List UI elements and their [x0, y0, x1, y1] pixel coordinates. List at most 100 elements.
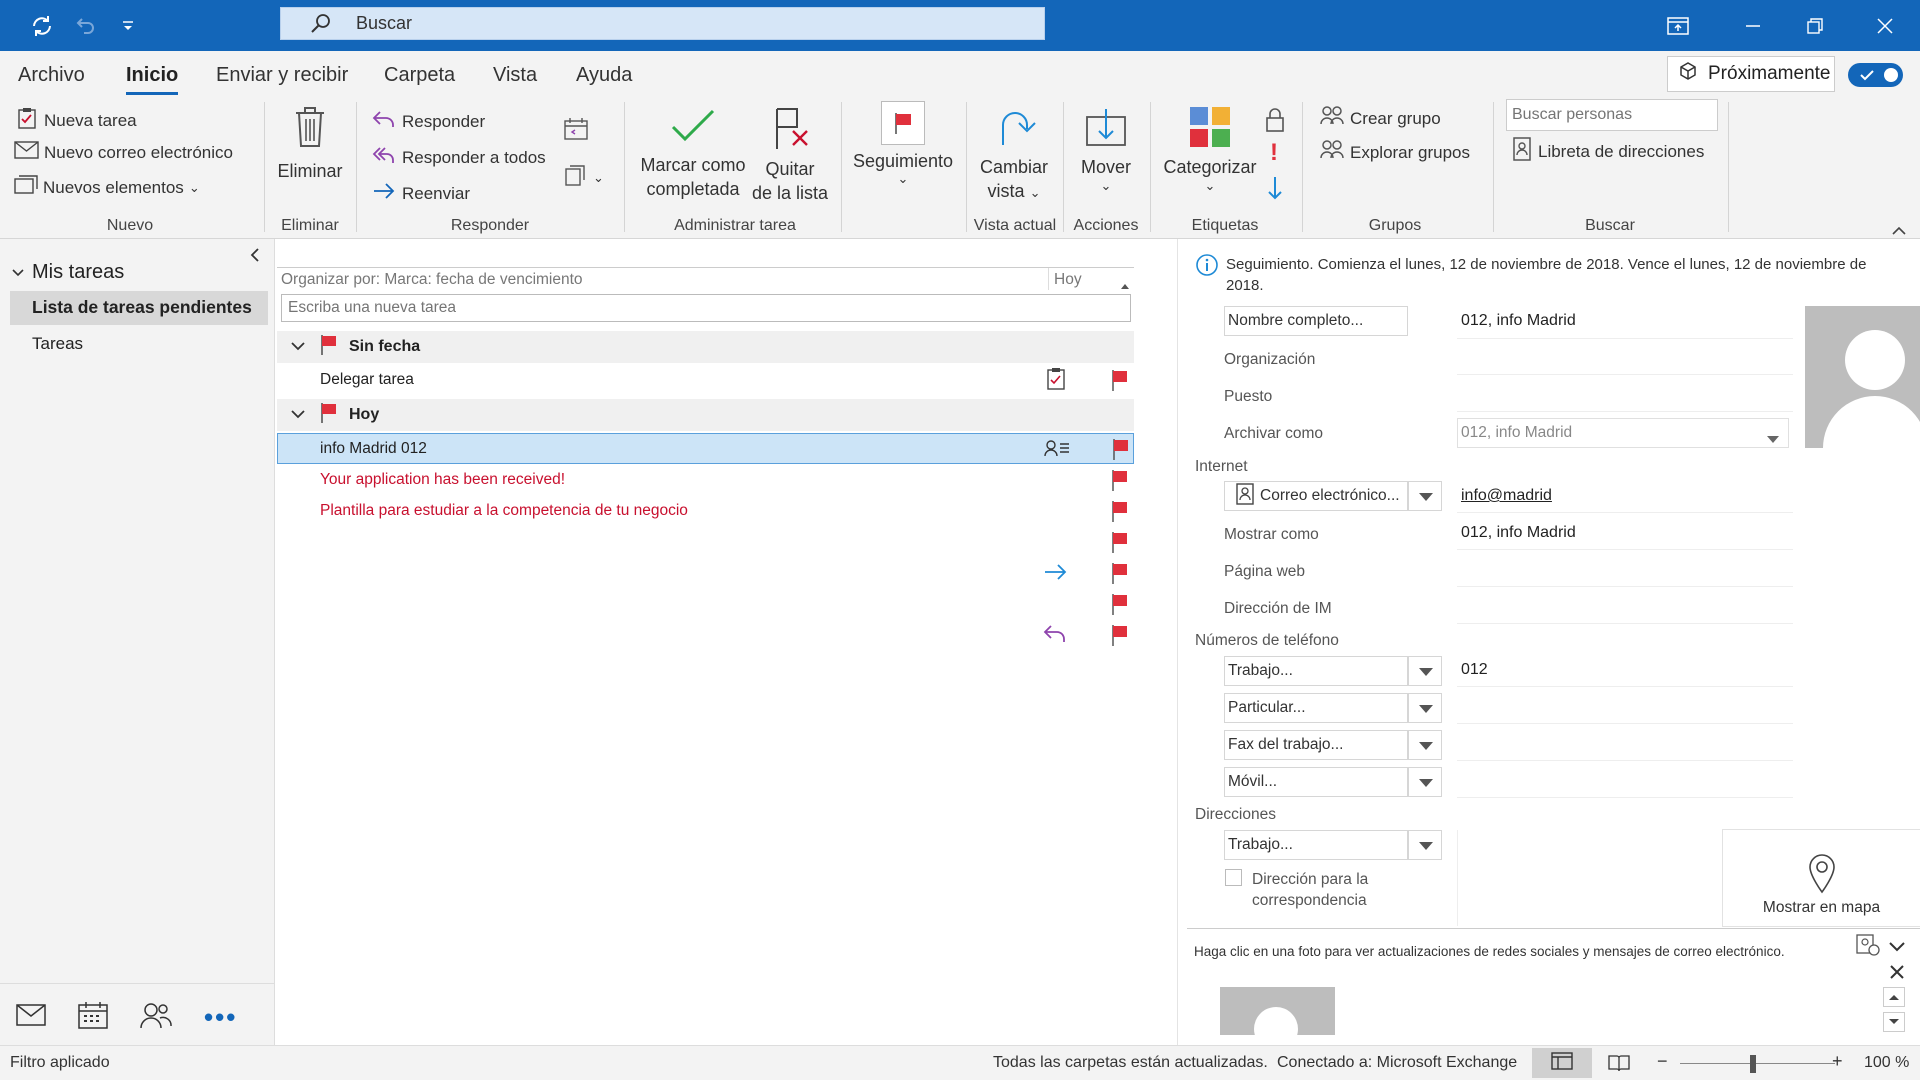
zoom-out-icon[interactable]: −	[1657, 1051, 1668, 1072]
address-dropdown[interactable]	[1408, 830, 1442, 860]
full-name-button[interactable]: Nombre completo...	[1224, 306, 1408, 336]
private-lock-icon[interactable]	[1264, 107, 1286, 138]
email-type-button[interactable]: Correo electrónico...	[1224, 481, 1408, 511]
tab-archivo[interactable]: Archivo	[18, 64, 85, 87]
coming-soon-window-icon[interactable]	[1663, 0, 1693, 51]
phone-type-work[interactable]: Trabajo...	[1224, 656, 1408, 686]
address-book-button[interactable]: Libreta de direcciones	[1512, 137, 1704, 166]
mail-icon[interactable]	[16, 1004, 46, 1031]
group-header-no-date[interactable]: Sin fecha	[277, 331, 1134, 363]
tab-inicio[interactable]: Inicio	[126, 64, 179, 95]
flag-icon[interactable]	[1110, 368, 1132, 392]
zoom-slider-track[interactable]	[1680, 1063, 1835, 1064]
flag-icon[interactable]	[1110, 561, 1132, 585]
collapse-pane-icon[interactable]	[250, 247, 260, 267]
social-photo[interactable]	[1220, 987, 1335, 1035]
task-row[interactable]: Your application has been received!	[277, 464, 1134, 495]
browse-groups-button[interactable]: Explorar grupos	[1320, 139, 1470, 166]
sync-icon[interactable]	[25, 0, 59, 51]
group-header-today[interactable]: Hoy	[277, 399, 1134, 431]
phone-dropdown[interactable]	[1408, 730, 1442, 760]
phone-type-home[interactable]: Particular...	[1224, 693, 1408, 723]
flag-icon[interactable]	[1110, 468, 1132, 492]
email-type-dropdown[interactable]	[1408, 481, 1442, 511]
zoom-in-icon[interactable]: +	[1832, 1051, 1843, 1072]
expand-people-pane-icon[interactable]	[1889, 938, 1905, 958]
email-value[interactable]: info@madrid	[1461, 487, 1552, 505]
close-icon[interactable]	[1870, 0, 1900, 51]
coming-soon-toggle[interactable]	[1848, 63, 1903, 87]
follow-up-button[interactable]: Seguimiento ⌄	[850, 101, 956, 185]
task-row[interactable]	[277, 619, 1134, 650]
full-name-value[interactable]: 012, info Madrid	[1461, 312, 1576, 330]
change-view-button[interactable]: Cambiar vista ⌄	[974, 105, 1054, 205]
zoom-level[interactable]: 100 %	[1864, 1054, 1909, 1072]
task-row[interactable]	[277, 588, 1134, 619]
contact-photo[interactable]	[1805, 306, 1920, 448]
search-input[interactable]: Buscar	[280, 7, 1045, 40]
flag-icon[interactable]	[1110, 499, 1132, 523]
show-map-button[interactable]: Mostrar en mapa	[1722, 829, 1920, 927]
new-task-button[interactable]: Nueva tarea	[16, 107, 137, 134]
flag-icon[interactable]	[1110, 530, 1132, 554]
undo-icon[interactable]	[70, 0, 100, 51]
scroll-down-button[interactable]	[1883, 1012, 1905, 1032]
collapse-ribbon-icon[interactable]	[1892, 221, 1906, 241]
scroll-up-button[interactable]	[1883, 987, 1905, 1007]
file-as-select[interactable]: 012, info Madrid	[1457, 418, 1789, 448]
task-row[interactable]	[277, 557, 1134, 588]
delete-button[interactable]: Eliminar	[276, 105, 344, 183]
create-group-button[interactable]: Crear grupo	[1320, 105, 1441, 132]
restore-icon[interactable]	[1800, 0, 1830, 51]
my-tasks-header[interactable]: Mis tareas	[12, 261, 124, 284]
tab-vista[interactable]: Vista	[493, 64, 537, 87]
task-row-selected[interactable]: info Madrid 012	[277, 433, 1134, 464]
reply-all-button[interactable]: Responder a todos	[372, 145, 546, 170]
address-type-work[interactable]: Trabajo...	[1224, 830, 1408, 860]
flag-icon[interactable]	[1111, 437, 1133, 461]
new-task-input[interactable]	[281, 294, 1131, 322]
customize-toolbar-icon[interactable]	[117, 0, 139, 51]
phone-dropdown[interactable]	[1408, 656, 1442, 686]
tab-carpeta[interactable]: Carpeta	[384, 64, 455, 87]
sort-up-icon[interactable]	[1120, 275, 1130, 295]
mailing-address-checkbox[interactable]	[1225, 869, 1242, 886]
phone-dropdown[interactable]	[1408, 693, 1442, 723]
phone-type-mobile[interactable]: Móvil...	[1224, 767, 1408, 797]
minimize-icon[interactable]	[1738, 0, 1768, 51]
nav-item-todo-list[interactable]: Lista de tareas pendientes	[10, 291, 268, 325]
reply-button[interactable]: Responder	[372, 109, 485, 134]
close-people-pane-icon[interactable]	[1890, 964, 1904, 984]
tab-ayuda[interactable]: Ayuda	[576, 64, 632, 87]
tab-enviar-recibir[interactable]: Enviar y recibir	[216, 64, 348, 87]
categorize-button[interactable]: Categorizar ⌄	[1160, 105, 1260, 193]
high-importance-icon[interactable]: !	[1270, 139, 1278, 167]
people-pane-settings-icon[interactable]	[1855, 933, 1881, 962]
reading-view-icon[interactable]	[1608, 1054, 1630, 1077]
phone-type-fax[interactable]: Fax del trabajo...	[1224, 730, 1408, 760]
new-items-button[interactable]: Nuevos elementos ⌄	[14, 175, 200, 200]
phone-dropdown[interactable]	[1408, 767, 1442, 797]
coming-soon-button[interactable]: Próximamente	[1667, 56, 1835, 92]
mark-complete-button[interactable]: Marcar como completada	[636, 107, 750, 201]
low-importance-icon[interactable]	[1266, 175, 1284, 206]
more-apps-icon[interactable]: •••	[204, 1002, 237, 1033]
meeting-reply-icon[interactable]	[563, 117, 589, 146]
move-button[interactable]: Mover ⌄	[1072, 105, 1140, 193]
more-respond-button[interactable]: ⌄	[563, 163, 604, 192]
nav-item-tasks[interactable]: Tareas	[32, 334, 83, 354]
task-row[interactable]	[277, 526, 1134, 557]
task-row[interactable]: Delegar tarea	[277, 364, 1134, 395]
phone-work-value[interactable]: 012	[1461, 661, 1488, 679]
sort-today-label[interactable]: Hoy	[1054, 271, 1082, 289]
flag-icon[interactable]	[1110, 592, 1132, 616]
new-email-button[interactable]: Nuevo correo electrónico	[14, 141, 233, 164]
connection-status[interactable]: Conectado a: Microsoft Exchange	[1277, 1054, 1517, 1072]
people-icon[interactable]	[140, 1001, 172, 1034]
task-row[interactable]: Plantilla para estudiar a la competencia…	[277, 495, 1134, 526]
flag-icon[interactable]	[1110, 623, 1132, 647]
search-people-input[interactable]	[1506, 99, 1718, 131]
forward-button[interactable]: Reenviar	[372, 181, 470, 206]
display-as-value[interactable]: 012, info Madrid	[1461, 524, 1576, 542]
normal-view-button[interactable]	[1532, 1048, 1592, 1078]
